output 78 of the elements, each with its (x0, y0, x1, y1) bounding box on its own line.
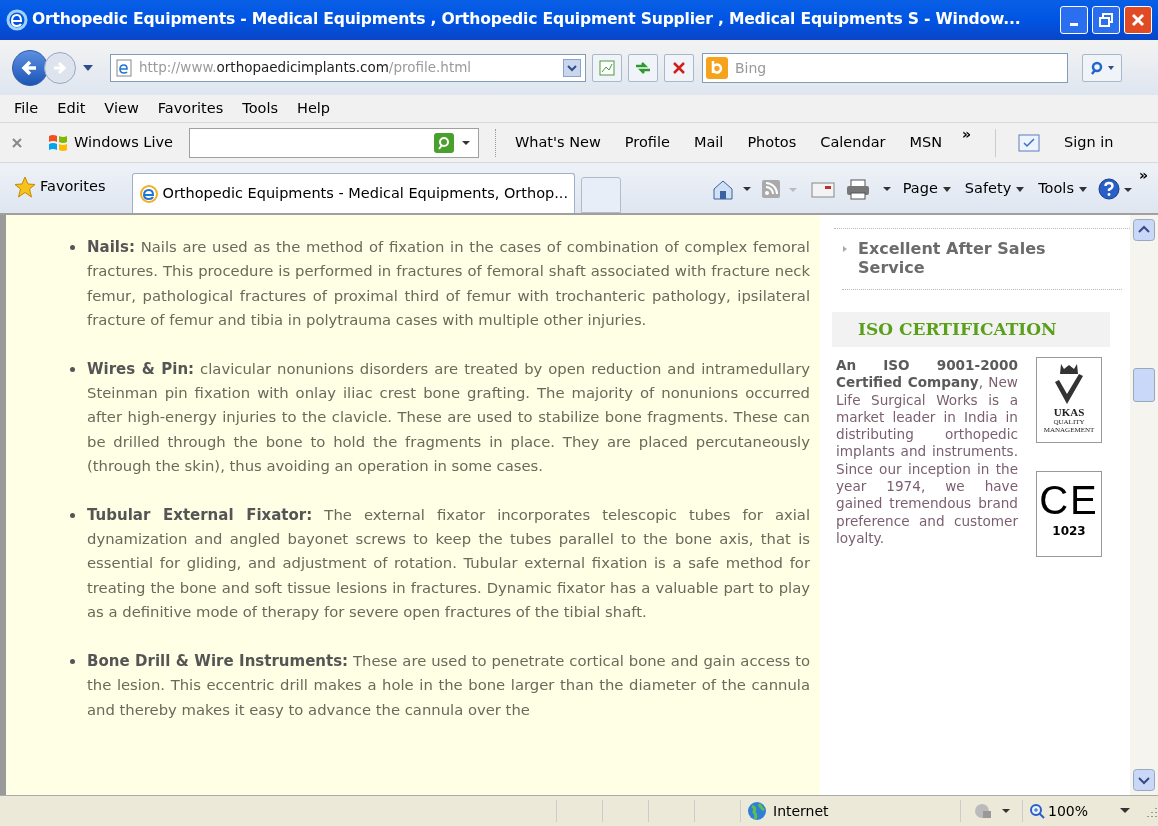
ce-mark: CE (1039, 478, 1099, 522)
stop-button[interactable] (664, 53, 694, 82)
toolbar-link[interactable]: What's New (514, 131, 601, 154)
ukas-label: UKAS (1053, 406, 1085, 418)
command-menu-button[interactable]: Tools (1038, 178, 1087, 200)
zoom-icon (1029, 803, 1045, 819)
minimize-icon (1070, 22, 1078, 26)
scrollbar[interactable] (1130, 215, 1158, 795)
toolbar-link[interactable]: MSN (909, 131, 943, 154)
menu-item[interactable]: Help (291, 97, 337, 120)
caret-icon (1078, 186, 1087, 192)
command-menu-button[interactable]: Safety (964, 178, 1025, 200)
minimize-button[interactable] (1060, 6, 1088, 34)
page-chart-icon (599, 59, 615, 76)
toolbar-search-field[interactable] (188, 127, 479, 158)
refresh-arrows-icon (634, 59, 652, 76)
sign-in-link[interactable]: Sign in (1064, 131, 1114, 154)
bullet-icon (70, 512, 75, 518)
caret-icon (942, 186, 951, 192)
more-links-chevron[interactable]: » (962, 124, 972, 145)
scroll-thumb[interactable] (1133, 368, 1155, 402)
menu-item[interactable]: File (8, 97, 45, 120)
home-icon[interactable] (710, 178, 751, 200)
search-icon (433, 132, 454, 153)
favorites-button[interactable]: Favorites (10, 165, 110, 209)
menu-item[interactable]: Favorites (151, 97, 230, 120)
browser-tab[interactable]: Orthopedic Equipments - Medical Equipments, Orthop... (131, 173, 576, 213)
zone-label: Internet (773, 801, 829, 821)
zoom-control[interactable]: 100% (1022, 800, 1118, 822)
toolbar-link[interactable]: Mail (693, 131, 724, 154)
menu-item[interactable]: View (98, 97, 145, 120)
ce-number: 1023 (1052, 523, 1086, 540)
mail-icon[interactable] (810, 180, 835, 198)
checkbox-icon[interactable] (1018, 133, 1041, 152)
item-paragraph: Bone Drill & Wire Instruments: These are used to penetrate cortical bone and gain access to the lesion. This eccentric drill makes a hole in the bone larger than the diameter of the cannula and thereby makes it easy to advance the cannula over the (87, 650, 810, 720)
command-menu-button[interactable]: Page (902, 178, 951, 200)
search-button[interactable] (1082, 53, 1122, 82)
close-icon (672, 60, 686, 75)
dropdown-arrow-icon[interactable] (82, 63, 94, 72)
close-icon[interactable] (10, 135, 24, 150)
maximize-button[interactable] (1092, 6, 1120, 34)
bullet-icon (70, 658, 75, 664)
section-heading: ISO CERTIFICATION (858, 317, 1057, 341)
back-button[interactable] (12, 49, 48, 86)
windows-live-label: Windows Live (74, 132, 173, 152)
help-icon[interactable] (1096, 177, 1133, 201)
iso-paragraph: An ISO 9001-2000 Certified Company, New Life Surgical Works is a market leader in India in distributing orthopedic implants and instruments. Since our inception in the year 1974, we have gained tremendous brand preference and customer loyalty. (836, 357, 1018, 548)
toolbar-link[interactable]: Profile (624, 131, 670, 154)
globe-icon (747, 801, 767, 821)
dropdown-arrow-icon[interactable] (1118, 806, 1132, 816)
window-title: Orthopedic Equipments - Medical Equipments , Orthopedic Equipment Supplier , Medical Equipments S - Window... (32, 9, 1022, 31)
address-field[interactable]: http://www.orthopaedicimplants.com/profile.html (110, 53, 586, 82)
star-icon (14, 176, 36, 198)
printer-icon[interactable] (844, 178, 893, 200)
item-paragraph: Wires & Pin: clavicular nonunions disorders are treated by open reduction and intramedullary Steinman pin fixation with onlay iliac crest bone grafting. The majority of nonunions occurred after high-energy injuries to the clavicle. These are used to stabilize bone fragments. These can be drilled through the bone to hold the fragments in place. They are placed percutaneously (through the skin), thus avoiding an operation in some cases. (87, 358, 810, 477)
search-provider-logo-icon (706, 56, 728, 79)
bullet-arrow-icon (842, 245, 848, 253)
menu-item[interactable]: Tools (236, 97, 284, 120)
search-icon (1089, 60, 1115, 75)
item-paragraph: Tubular External Fixator: The external fixator incorporates telescopic tubes for axial dynamization and angled bayonet screws to keep the tubes parallel to the bone axis, that is essential for gliding, and adjustment of rotation. Tubular external fixation is a safe method for treating the bone and soft tissue lesions in fractures. Dynamic fixator has a valuable part to play as a definitive mode of therapy for severe open fractures of the tibial shaft. (87, 504, 810, 623)
bullet-icon (70, 245, 75, 250)
menu-item[interactable]: Edit (51, 97, 92, 120)
bullet-icon (70, 366, 75, 372)
caret-icon (1016, 186, 1025, 192)
url-text: http://www.orthopaedicimplants.com/profile.html (139, 58, 473, 78)
restore-icon (1099, 13, 1113, 27)
feature-link[interactable]: Excellent After Sales Service (858, 239, 1078, 277)
more-commands-chevron[interactable]: » (1138, 165, 1148, 186)
refresh-button[interactable] (628, 53, 658, 82)
toolbar-link[interactable]: Calendar (820, 131, 886, 154)
close-button[interactable] (1124, 6, 1152, 34)
close-icon (1131, 13, 1145, 27)
page-icon (115, 58, 133, 77)
search-field[interactable]: Bing (702, 52, 1068, 83)
browser-logo-icon (6, 9, 28, 31)
browser-logo-icon (138, 183, 159, 204)
item-paragraph: Nails: Nails are used as the method of fixation in the cases of combination of complex femoral fractures. This procedure is performed in fractures of femoral shaft associated with fracture neck femur, pathological fractures of proximal third of femur with trochanteric pathology, ipsilateral fracture of femur and tibia in polytrauma cases with multiple other injuries. (87, 237, 810, 331)
toolbar-link[interactable]: Photos (747, 131, 797, 154)
